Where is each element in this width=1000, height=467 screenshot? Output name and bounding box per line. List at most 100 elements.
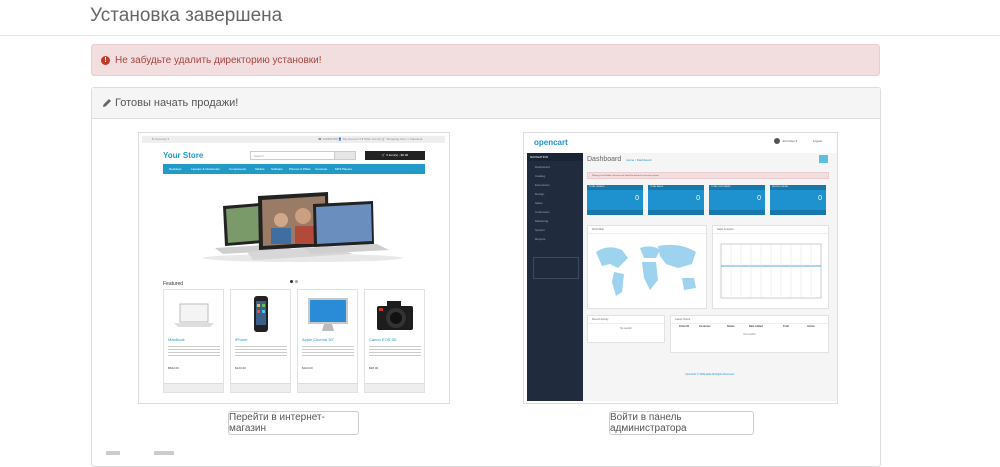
admin-menu-item: Reports <box>535 237 546 241</box>
product-price: $110.00 <box>302 366 313 370</box>
admin-main: Dashboard Home / Dashboard Warning: Inst… <box>583 153 837 401</box>
tile-footer <box>648 210 704 215</box>
page-title: Установка завершена <box>90 5 283 26</box>
product-actions <box>164 383 223 392</box>
product-name: Apple Cinema 30" <box>302 337 335 342</box>
recent-activity-heading: Recent Activity <box>588 316 664 324</box>
product-description <box>369 345 421 357</box>
store-menu-item: Software <box>271 167 283 171</box>
world-map-image <box>596 244 696 296</box>
store-menu-item: Tablets <box>255 167 265 171</box>
admin-menu-item: Marketing <box>535 219 549 223</box>
orders-col: Status <box>727 325 735 328</box>
world-map-heading: World Map <box>588 226 706 234</box>
store-search-button <box>334 151 356 160</box>
admin-menu-item: Dashboard <box>535 165 550 169</box>
admin-logo: opencart <box>534 138 568 147</box>
admin-breadcrumb: Home / Dashboard <box>626 158 652 162</box>
ready-to-sell-panel: Готовы начать продажи! € Currency ▾ ☎ 12… <box>91 87 881 467</box>
tile-label: TOTAL CUSTOMERS <box>709 185 765 190</box>
admin-stat-tile: PEOPLE ONLINE 0 <box>770 185 826 215</box>
product-name: Canon EOS 5D <box>369 337 397 342</box>
admin-menu-item: Customers <box>535 210 550 214</box>
store-currency: € Currency ▾ <box>152 137 170 141</box>
tile-label: TOTAL ORDERS <box>587 185 643 190</box>
panel-heading: Готовы начать продажи! <box>92 88 880 119</box>
cinema-display-image <box>308 298 348 331</box>
store-menu: Desktops Laptops & Notebooks Components … <box>163 164 425 174</box>
orders-col: Order ID <box>679 325 690 328</box>
product-description <box>302 345 354 357</box>
orders-col: Customer <box>699 325 711 328</box>
admin-warning-alert: Warning: Install folder still exists and… <box>587 172 829 179</box>
admin-title-text: Dashboard <box>587 156 622 163</box>
admin-preview-image[interactable]: opencart John Doe ▾ Logout NAVIGATION Da… <box>523 132 838 404</box>
tile-footer <box>709 210 765 215</box>
tile-value: 0 <box>818 195 822 202</box>
admin-stat-tile: TOTAL ORDERS 0 <box>587 185 643 215</box>
latest-orders-empty: No results! <box>743 333 756 336</box>
recent-activity-box: Recent Activity No results! <box>587 315 665 343</box>
admin-menu-item: Catalog <box>535 174 546 178</box>
slideshow-pagination <box>289 270 299 288</box>
store-menu-item: MP3 Players <box>335 167 353 171</box>
tile-value: 0 <box>696 195 700 202</box>
title-divider <box>0 35 1000 36</box>
tile-label: PEOPLE ONLINE <box>770 185 826 190</box>
store-menu-item: Cameras <box>315 167 328 171</box>
tile-value: 0 <box>635 195 639 202</box>
product-price: $123.20 <box>235 366 246 370</box>
tile-value: 0 <box>757 195 761 202</box>
store-product-card: Canon EOS 5D $98.00 <box>364 289 425 393</box>
slide-dot <box>290 280 293 283</box>
panel-heading-text: Готовы начать продажи! <box>115 97 239 109</box>
admin-logout: Logout <box>813 139 823 143</box>
macbook-image <box>174 303 214 327</box>
admin-footer: OpenCart © 2009-2024 All Rights Reserved… <box>685 373 735 376</box>
laptops-banner-image <box>203 192 403 262</box>
admin-stat-tile: TOTAL CUSTOMERS 0 <box>709 185 765 215</box>
store-slideshow-banner <box>163 176 425 266</box>
latest-orders-heading: Latest Orders <box>671 316 828 324</box>
store-cart-button: 🛒 0 item(s) - $0.00 <box>365 151 425 160</box>
admin-page-title: Dashboard Home / Dashboard <box>587 156 651 163</box>
admin-menu-item: Design <box>535 192 545 196</box>
admin-menu-item: Extensions <box>535 183 550 187</box>
alert-danger: ! Не забудьте удалить директорию установ… <box>91 44 880 76</box>
orders-col: Total <box>783 325 789 328</box>
iphone-image <box>254 296 268 332</box>
product-price: $98.00 <box>369 366 379 370</box>
store-product-card: iPhone $123.20 <box>230 289 291 393</box>
world-map-box: World Map <box>587 225 707 309</box>
admin-menu-item: Sales <box>535 201 543 205</box>
store-topbar: € Currency ▾ ☎ 123456789 👤 My Account ▾ … <box>142 136 445 143</box>
orders-table-header: Order ID Customer Status Date Added Tota… <box>671 324 828 330</box>
next-section-heading-peek <box>106 446 176 455</box>
product-name: MacBook <box>168 337 185 342</box>
admin-header: opencart John Doe ▾ Logout <box>524 133 837 154</box>
tile-label: TOTAL SALES <box>648 185 704 190</box>
store-menu-item: Desktops <box>169 167 182 171</box>
product-name: iPhone <box>235 337 248 342</box>
latest-orders-box: Latest Orders Order ID Customer Status D… <box>670 315 829 353</box>
tile-footer <box>587 210 643 215</box>
product-actions <box>298 383 357 392</box>
store-product-card: Apple Cinema 30" $110.00 <box>297 289 358 393</box>
recent-activity-empty: No results! <box>620 327 632 330</box>
store-featured-heading: Featured <box>163 281 184 287</box>
user-avatar <box>774 138 780 144</box>
store-preview-image[interactable]: € Currency ▾ ☎ 123456789 👤 My Account ▾ … <box>138 132 450 404</box>
store-product-card: MacBook $602.00 <box>163 289 224 393</box>
product-price: $602.00 <box>168 366 179 370</box>
orders-col: Date Added <box>749 325 763 328</box>
store-menu-item: Laptops & Notebooks <box>191 167 220 171</box>
admin-user: John Doe ▾ <box>782 139 798 143</box>
go-to-store-button[interactable]: Перейти в интернет-магазин <box>228 411 359 435</box>
admin-nav-heading: NAVIGATION <box>527 153 583 161</box>
go-to-admin-button[interactable]: Войти в панель администратора <box>609 411 754 435</box>
product-description <box>168 345 220 357</box>
tile-footer <box>770 210 826 215</box>
camera-image <box>377 301 413 330</box>
pencil-icon <box>103 99 111 107</box>
store-top-links: ☎ 123456789 👤 My Account ▾ ♥ Wish List (… <box>318 137 423 141</box>
